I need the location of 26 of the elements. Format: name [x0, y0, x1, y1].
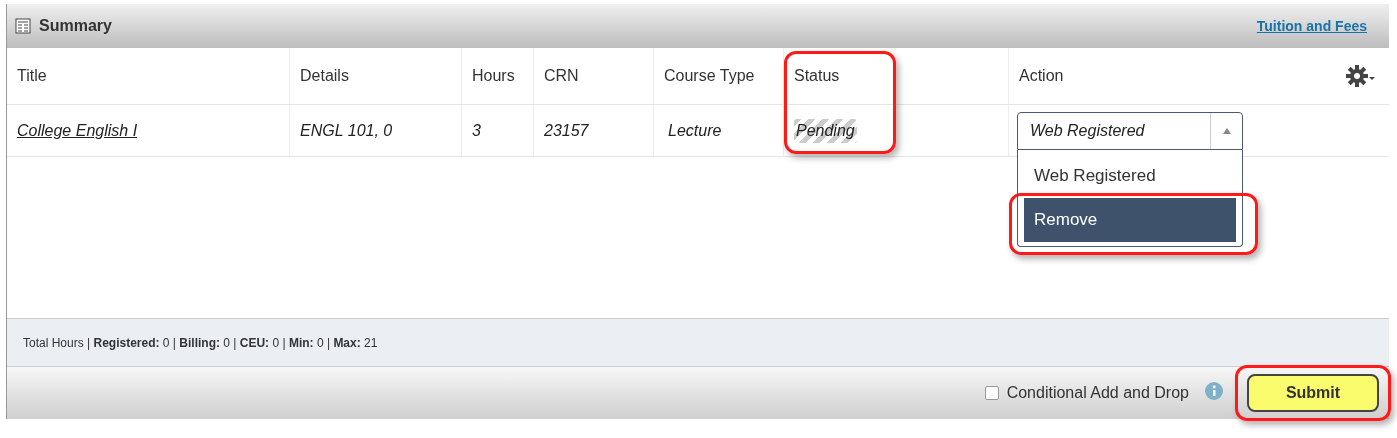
caret-icon	[1222, 127, 1231, 134]
column-header: Course Type	[664, 66, 755, 86]
dropdown-option[interactable]: Web Registered	[1024, 154, 1236, 198]
table-cell-text: 3	[472, 120, 481, 141]
submit-button[interactable]: Submit	[1247, 374, 1379, 412]
settings-icon[interactable]	[1345, 64, 1377, 88]
table-cell-text: ENGL 101, 0	[300, 120, 393, 141]
status-badge: Pending	[794, 118, 857, 143]
checkbox-label: Conditional Add and Drop	[1006, 383, 1189, 403]
table-cell-text: Lecture	[668, 120, 722, 141]
column-header: Title	[17, 66, 47, 86]
table-icon	[15, 18, 31, 34]
column-header: Details	[300, 66, 349, 86]
checkbox[interactable]	[984, 386, 999, 400]
action-select[interactable]: Web Registered	[1017, 111, 1243, 150]
column-header: Status	[794, 66, 840, 86]
table-cell-text: 23157	[544, 120, 589, 141]
column-header: CRN	[544, 66, 579, 86]
column-header: Hours	[472, 66, 515, 86]
info-icon[interactable]	[1205, 382, 1223, 400]
dropdown-option[interactable]: Remove	[1024, 198, 1236, 242]
course-link[interactable]: College English I	[17, 118, 138, 143]
panel-title: Summary	[39, 16, 112, 36]
total-hours-summary: Total Hours | Registered: 0 | Billing: 0 | CEU: 0 | Min: 0 | Max: 21	[23, 334, 378, 352]
tuition-link[interactable]: Tuition and Fees	[1256, 15, 1367, 37]
column-header: Action	[1019, 66, 1064, 86]
